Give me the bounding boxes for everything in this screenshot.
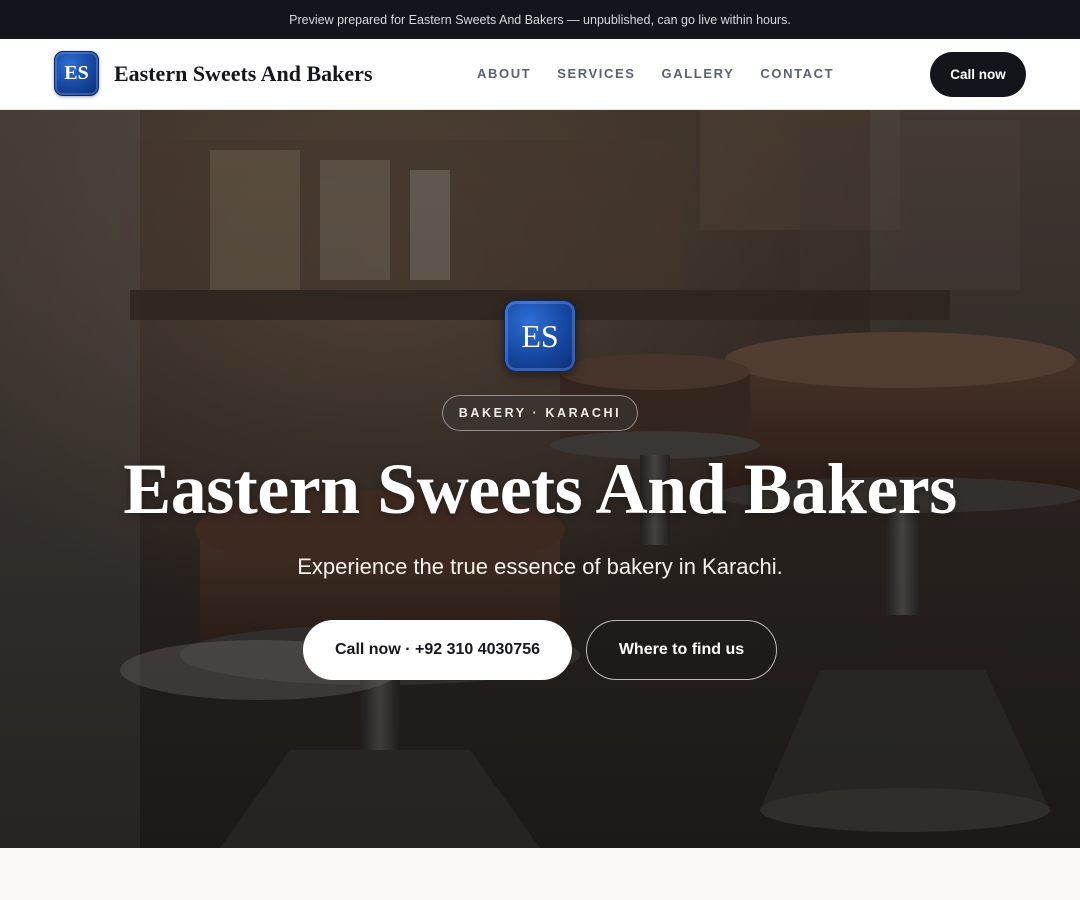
hero-content: ES BAKERY · KARACHI Eastern Sweets And B…	[0, 110, 1080, 848]
nav-services[interactable]: SERVICES	[557, 66, 635, 81]
category-pill: BAKERY · KARACHI	[442, 395, 638, 431]
nav-contact[interactable]: CONTACT	[760, 66, 834, 81]
hero-logo: ES	[504, 300, 576, 372]
hero-title: Eastern Sweets And Bakers	[123, 449, 957, 529]
main-nav: ABOUT SERVICES GALLERY CONTACT	[477, 66, 860, 81]
brand-logo-initials: ES	[64, 62, 89, 84]
nav-gallery[interactable]: GALLERY	[662, 66, 735, 81]
brand-name: Eastern Sweets And Bakers	[114, 60, 373, 86]
preview-banner-text: Preview prepared for Eastern Sweets And …	[289, 12, 791, 27]
hero-section: ES BAKERY · KARACHI Eastern Sweets And B…	[0, 110, 1080, 848]
hero-logo-initials: ES	[521, 317, 559, 354]
brand-logo: ES	[54, 51, 99, 96]
brand[interactable]: ES Eastern Sweets And Bakers	[54, 51, 373, 96]
header-call-button[interactable]: Call now	[930, 52, 1026, 97]
nav-about[interactable]: ABOUT	[477, 66, 531, 81]
hero-subtitle: Experience the true essence of bakery in…	[297, 554, 783, 579]
call-now-phone-button[interactable]: Call now · +92 310 4030756	[303, 620, 572, 680]
preview-banner: Preview prepared for Eastern Sweets And …	[0, 0, 1080, 39]
next-section	[0, 848, 1080, 900]
site-header: ES Eastern Sweets And Bakers ABOUT SERVI…	[0, 39, 1080, 110]
where-to-find-us-button[interactable]: Where to find us	[586, 620, 777, 680]
